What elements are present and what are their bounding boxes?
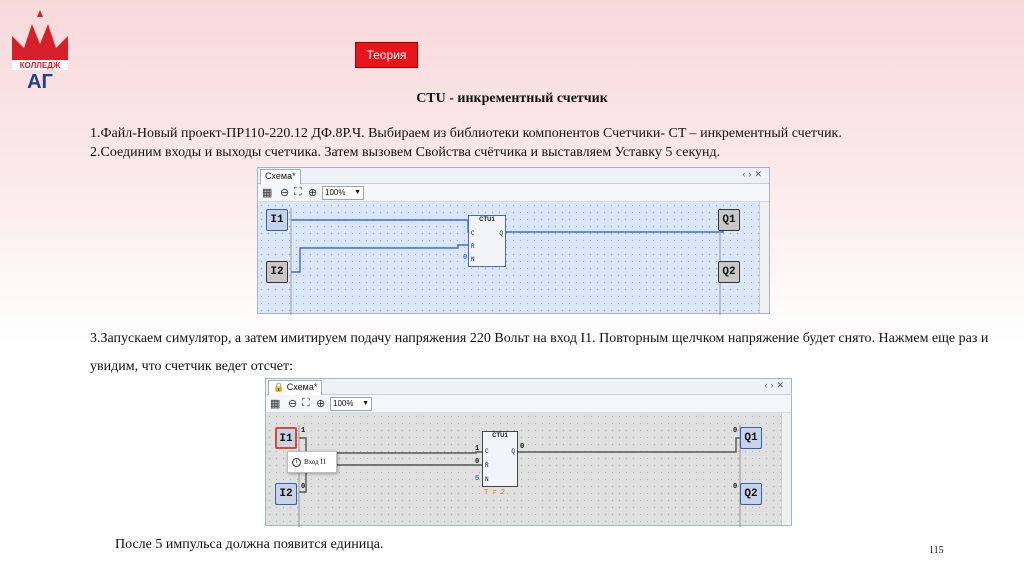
pin-n: N [471, 256, 475, 263]
i1-signal: 1 [301, 427, 306, 435]
c-value: 1 [475, 445, 480, 453]
input-i1[interactable]: I1 [275, 427, 297, 449]
pin-r: R [471, 243, 475, 250]
i2-signal: 0 [301, 483, 306, 491]
pin-c: C [485, 448, 489, 455]
pin-q: Q [499, 230, 503, 237]
scheme-editor-2: 🔒 Схема* ‹›✕ ▦ ⊖ ⛶ ⊕ 100% ▼ I1 I2 Q1 Q2 1… [265, 378, 792, 527]
page-number: 115 [929, 545, 944, 556]
input-i1[interactable]: I1 [266, 209, 288, 231]
output-q2[interactable]: Q2 [740, 483, 762, 505]
pin-n: N [485, 476, 489, 483]
input-tooltip: i Вход I1 [287, 451, 337, 473]
input-i2[interactable]: I2 [275, 483, 297, 505]
pin-q: Q [511, 448, 515, 455]
q-value: 0 [520, 443, 525, 451]
instruction-line-1: 1.Файл-Новый проект-ПР110-220.12 ДФ.8Р.Ч… [90, 126, 842, 141]
wires [298, 425, 741, 527]
svg-text:АГ: АГ [27, 71, 53, 90]
output-q1[interactable]: Q1 [740, 427, 762, 449]
r-value: 0 [475, 458, 480, 466]
n-value: 0 [463, 254, 468, 262]
instructions-paragraph-1: 1.Файл-Новый проект-ПР110-220.12 ДФ.8Р.Ч… [90, 124, 990, 162]
scheme-editor-1: Схема* ‹›✕ ▦ ⊖ ⛶ ⊕ 100% ▼ I1 I2 Q1 Q2 CTU… [257, 167, 770, 315]
block-name: CTU1 [479, 217, 495, 223]
q1-signal: 0 [733, 427, 738, 435]
info-icon: i [292, 457, 301, 467]
pin-r: R [485, 462, 489, 469]
ctu-block[interactable]: CTU1 C R N Q [468, 215, 506, 267]
block-param: T = 2 [484, 489, 506, 497]
q2-signal: 0 [733, 483, 738, 491]
instructions-paragraph-2: 3.Запускаем симулятор, а затем имитируем… [90, 331, 989, 374]
instruction-line-2: 2.Соединим входы и выходы счетчика. Зате… [90, 145, 721, 160]
slide-title: CTU - инкрементный счетчик [416, 91, 608, 106]
ctu-block[interactable]: CTU1 C R N Q [482, 431, 518, 487]
n-value: 5 [475, 475, 480, 483]
svg-text:КОЛЛЕДЖ: КОЛЛЕДЖ [20, 61, 61, 70]
instructions-paragraph-3: После 5 импульса должна появится единица… [115, 537, 384, 552]
college-logo: КОЛЛЕДЖ АГ [6, 8, 74, 93]
pin-c: C [471, 230, 475, 237]
wires [290, 208, 724, 315]
tooltip-text: Вход I1 [304, 458, 327, 466]
theory-button[interactable]: Теория [355, 42, 418, 68]
input-i2[interactable]: I2 [266, 261, 288, 283]
output-q2[interactable]: Q2 [718, 261, 740, 283]
block-name: CTU1 [492, 433, 508, 439]
output-q1[interactable]: Q1 [718, 209, 740, 231]
